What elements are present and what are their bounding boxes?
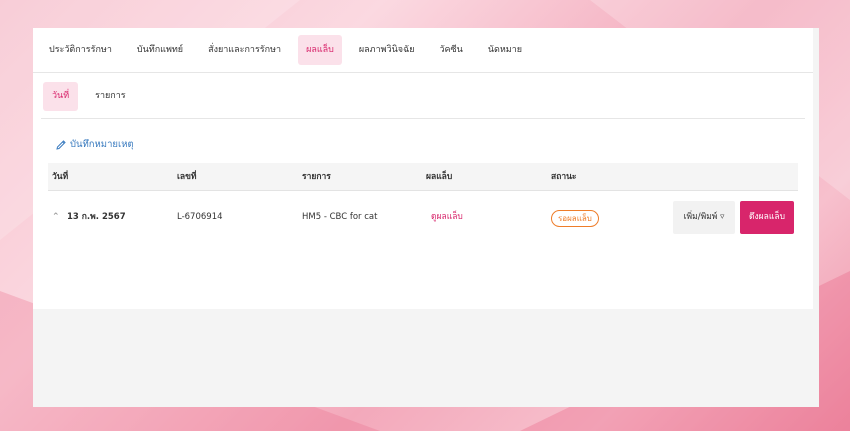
divider	[41, 118, 805, 119]
lab-results-card: ประวัติการรักษา บันทึกแพทย์ สั่งยาและการ…	[33, 28, 813, 309]
column-header-number: เลขที่	[177, 172, 197, 182]
main-tabs: ประวัติการรักษา บันทึกแพทย์ สั่งยาและการ…	[41, 35, 539, 65]
column-header-status: สถานะ	[551, 172, 577, 182]
chevron-up-icon[interactable]: ⌃	[52, 192, 62, 242]
pencil-icon	[56, 139, 66, 150]
content-panel: ประวัติการรักษา บันทึกแพทย์ สั่งยาและการ…	[33, 28, 819, 407]
tab-treatment-history[interactable]: ประวัติการรักษา	[41, 35, 120, 65]
sub-tabs: วันที่ รายการ	[43, 82, 143, 111]
column-header-item: รายการ	[302, 172, 331, 182]
tab-vaccines[interactable]: วัคซีน	[431, 35, 470, 65]
add-print-label: เพิ่ม/พิมพ์	[683, 212, 718, 222]
tab-appointments[interactable]: นัดหมาย	[480, 35, 530, 65]
tab-prescriptions[interactable]: สั่งยาและการรักษา	[200, 35, 289, 65]
row-date-cell: ⌃ 13 ก.พ. 2567	[52, 192, 126, 242]
view-lab-result-link[interactable]: ดูผลแล็บ	[431, 192, 463, 242]
row-item: HM5 - CBC for cat	[302, 212, 378, 222]
subtab-items[interactable]: รายการ	[86, 82, 135, 111]
row-number: L-6706914	[177, 212, 223, 222]
tab-doctor-notes[interactable]: บันทึกแพทย์	[129, 35, 191, 65]
add-note-link[interactable]: บันทึกหมายเหตุ	[55, 137, 134, 152]
add-note-label: บันทึกหมายเหตุ	[70, 139, 134, 150]
table-header: วันที่ เลขที่ รายการ ผลแล็บ สถานะ	[48, 163, 798, 191]
table-row: ⌃ 13 ก.พ. 2567 L-6706914 HM5 - CBC for ca…	[48, 192, 798, 242]
status-badge: รอผลแล็บ	[551, 210, 599, 227]
row-date: 13 ก.พ. 2567	[67, 212, 126, 222]
subtab-date[interactable]: วันที่	[43, 82, 79, 111]
column-header-date: วันที่	[52, 172, 69, 182]
tab-lab-results[interactable]: ผลแล็บ	[298, 35, 342, 65]
column-header-lab-result: ผลแล็บ	[426, 172, 453, 182]
caret-down-icon: ▿	[720, 212, 725, 222]
add-print-button[interactable]: เพิ่ม/พิมพ์ ▿	[673, 201, 735, 234]
divider	[33, 72, 813, 73]
pull-lab-result-button[interactable]: ดึงผลแล็บ	[740, 201, 794, 234]
tab-imaging-results[interactable]: ผลภาพวินิจฉัย	[351, 35, 423, 65]
